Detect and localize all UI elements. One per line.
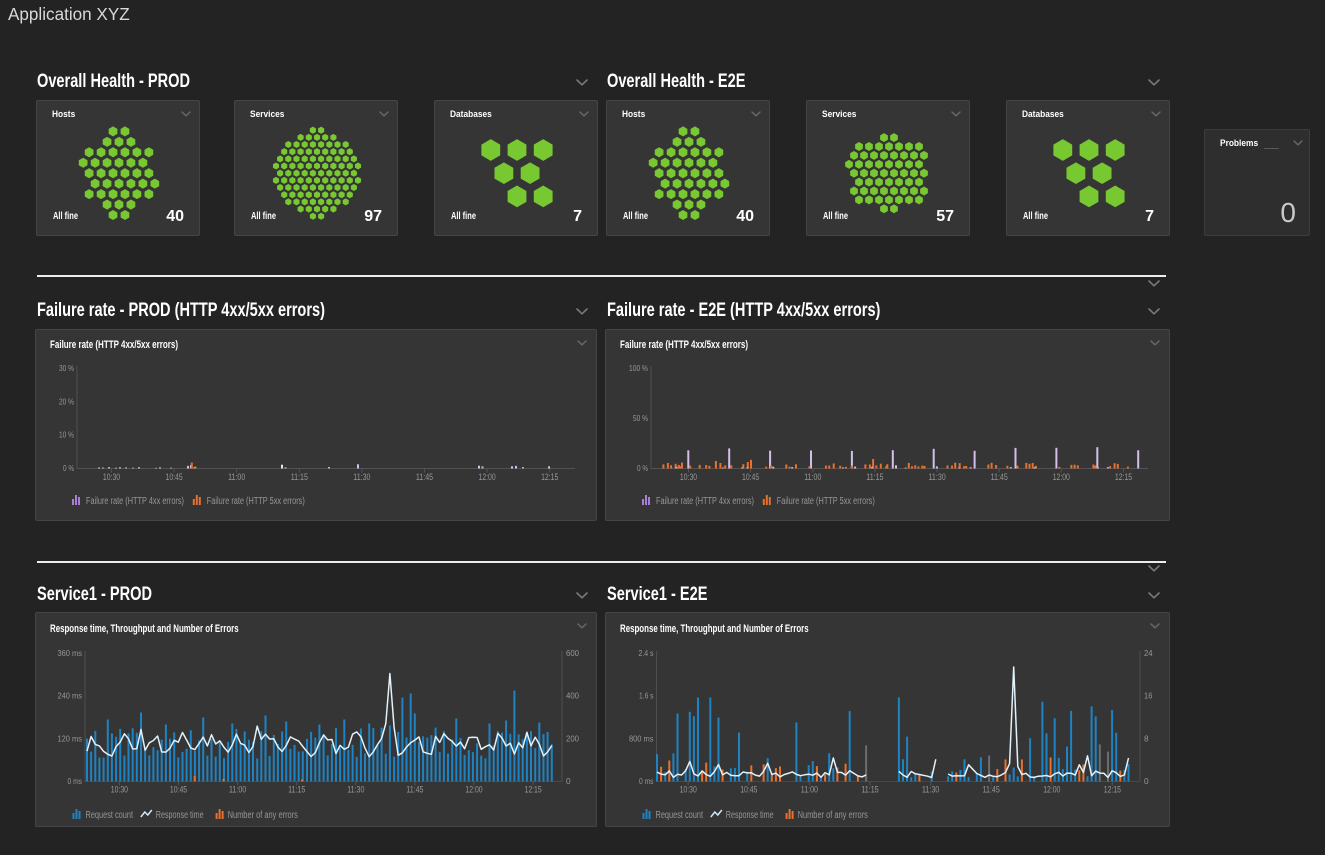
- svg-text:Response time: Response time: [726, 810, 774, 821]
- svg-text:0: 0: [1144, 777, 1149, 786]
- svg-text:240 ms: 240 ms: [58, 692, 83, 701]
- svg-text:12:00: 12:00: [1043, 785, 1060, 795]
- svg-text:12:15: 12:15: [525, 785, 542, 795]
- svg-text:Number of any errors: Number of any errors: [798, 810, 868, 821]
- svg-text:10 %: 10 %: [59, 431, 74, 440]
- svg-text:11:30: 11:30: [922, 785, 939, 795]
- svg-text:10:45: 10:45: [170, 785, 187, 795]
- svg-text:10:30: 10:30: [103, 472, 120, 482]
- svg-text:800 ms: 800 ms: [629, 734, 654, 743]
- svg-text:0 ms: 0 ms: [639, 777, 654, 786]
- svg-text:12:15: 12:15: [1115, 472, 1132, 482]
- svg-text:0 ms: 0 ms: [68, 777, 83, 786]
- svg-text:11:00: 11:00: [229, 785, 246, 795]
- svg-text:11:45: 11:45: [991, 472, 1008, 482]
- svg-text:10:45: 10:45: [742, 472, 759, 482]
- svg-text:0: 0: [566, 777, 571, 786]
- svg-text:Response time, Throughput and: Response time, Throughput and Number of …: [50, 623, 239, 635]
- svg-text:12:15: 12:15: [541, 472, 558, 482]
- svg-text:12:00: 12:00: [479, 472, 496, 482]
- svg-text:16: 16: [1144, 692, 1153, 701]
- svg-text:20 %: 20 %: [59, 397, 74, 406]
- svg-text:11:30: 11:30: [347, 785, 364, 795]
- svg-text:50 %: 50 %: [633, 414, 648, 423]
- svg-text:11:15: 11:15: [291, 472, 308, 482]
- svg-text:8: 8: [1144, 734, 1149, 743]
- svg-text:Request count: Request count: [86, 810, 134, 821]
- svg-text:24: 24: [1144, 649, 1153, 658]
- svg-text:12:00: 12:00: [1053, 472, 1070, 482]
- svg-text:11:30: 11:30: [929, 472, 946, 482]
- svg-text:10:45: 10:45: [740, 785, 757, 795]
- svg-text:0 %: 0 %: [637, 464, 648, 473]
- svg-text:360 ms: 360 ms: [58, 649, 83, 658]
- svg-text:11:00: 11:00: [228, 472, 245, 482]
- svg-text:10:30: 10:30: [111, 785, 128, 795]
- svg-text:11:00: 11:00: [801, 785, 818, 795]
- svg-text:11:45: 11:45: [406, 785, 423, 795]
- svg-text:400: 400: [566, 692, 580, 701]
- svg-text:200: 200: [566, 734, 580, 743]
- svg-text:10:30: 10:30: [680, 785, 697, 795]
- svg-text:Failure rate (HTTP 4xx errors): Failure rate (HTTP 4xx errors): [656, 496, 754, 507]
- svg-text:600: 600: [566, 649, 580, 658]
- svg-text:1.6 s: 1.6 s: [639, 692, 654, 701]
- svg-text:Failure rate (HTTP 5xx errors): Failure rate (HTTP 5xx errors): [777, 496, 875, 507]
- svg-text:11:15: 11:15: [866, 472, 883, 482]
- svg-text:Failure rate (HTTP 4xx/5xx err: Failure rate (HTTP 4xx/5xx errors): [50, 339, 178, 351]
- svg-text:10:30: 10:30: [680, 472, 697, 482]
- svg-text:120 ms: 120 ms: [58, 734, 83, 743]
- svg-text:2.4 s: 2.4 s: [639, 649, 654, 658]
- svg-text:11:45: 11:45: [983, 785, 1000, 795]
- svg-text:11:15: 11:15: [288, 785, 305, 795]
- svg-text:12:00: 12:00: [465, 785, 482, 795]
- svg-text:Failure rate (HTTP 4xx/5xx err: Failure rate (HTTP 4xx/5xx errors): [620, 339, 748, 351]
- svg-text:30 %: 30 %: [59, 364, 74, 373]
- svg-text:Request count: Request count: [656, 810, 704, 821]
- svg-text:100 %: 100 %: [629, 364, 648, 373]
- svg-text:0 %: 0 %: [63, 464, 74, 473]
- svg-text:12:15: 12:15: [1104, 785, 1121, 795]
- svg-text:11:15: 11:15: [861, 785, 878, 795]
- svg-text:11:45: 11:45: [416, 472, 433, 482]
- svg-text:Failure rate (HTTP 4xx errors): Failure rate (HTTP 4xx errors): [86, 496, 184, 507]
- svg-text:11:30: 11:30: [353, 472, 370, 482]
- svg-text:Response time: Response time: [156, 810, 204, 821]
- svg-text:11:00: 11:00: [804, 472, 821, 482]
- svg-text:Failure rate (HTTP 5xx errors): Failure rate (HTTP 5xx errors): [207, 496, 305, 507]
- svg-text:Response time, Throughput and: Response time, Throughput and Number of …: [620, 623, 809, 635]
- svg-text:10:45: 10:45: [166, 472, 183, 482]
- svg-text:Number of any errors: Number of any errors: [228, 810, 298, 821]
